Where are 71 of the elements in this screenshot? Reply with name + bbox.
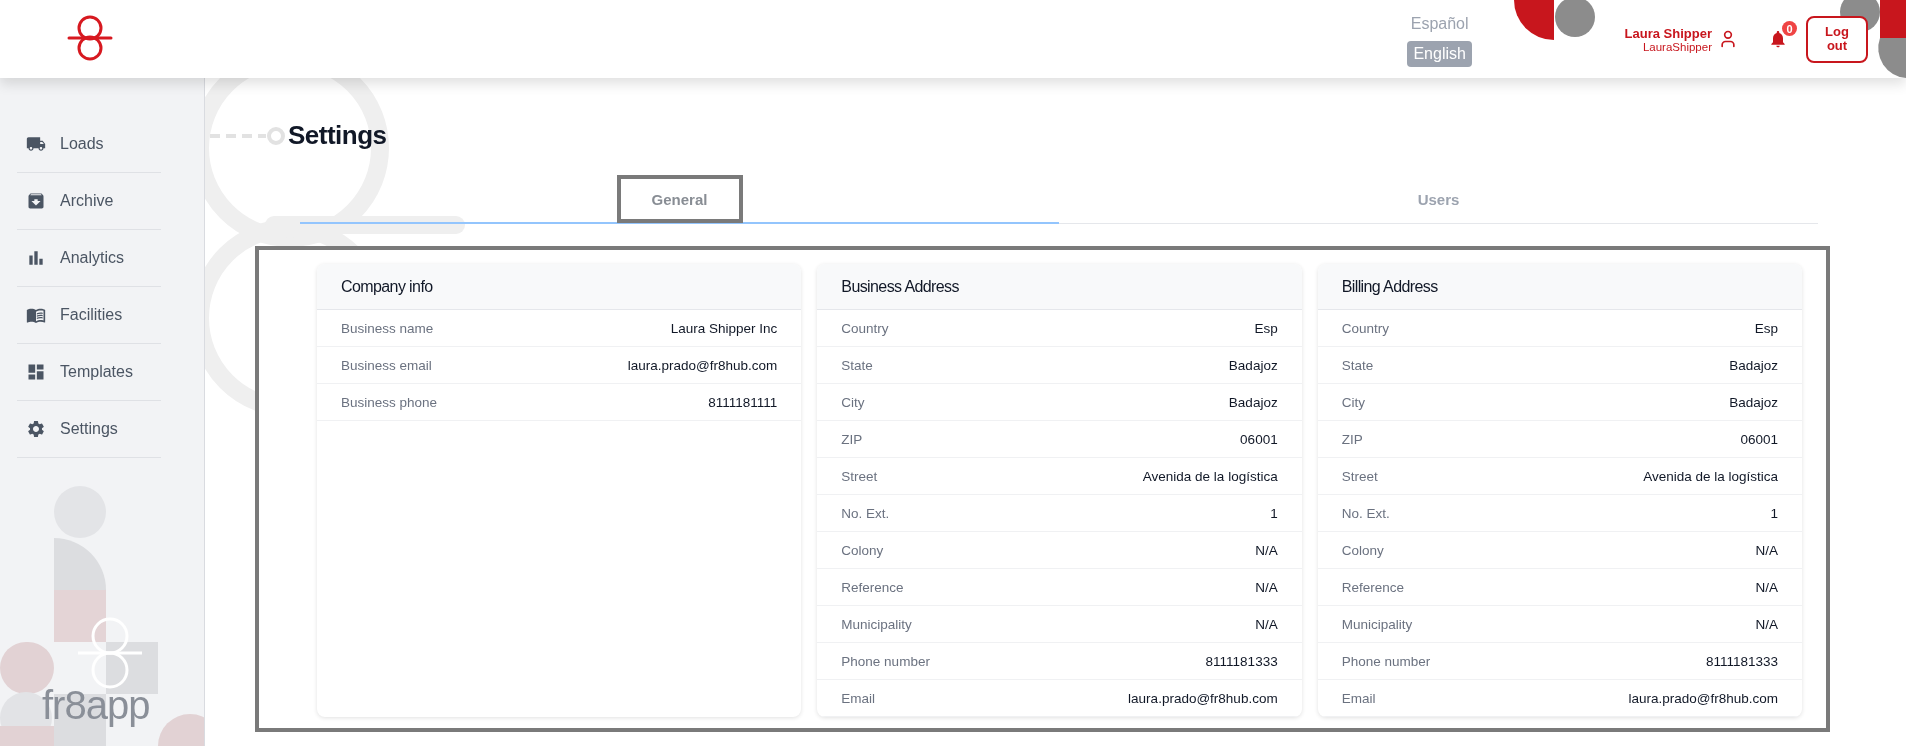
field-value: N/A: [1755, 579, 1778, 595]
field-label: Municipality: [841, 616, 912, 632]
field-value: Esp: [1254, 320, 1278, 336]
field-label: Country: [1341, 320, 1389, 336]
field-label: Business phone: [341, 394, 438, 410]
field-label: Street: [841, 468, 878, 484]
field-label: Street: [1341, 468, 1378, 484]
field-value: N/A: [1255, 542, 1278, 558]
username: LauraShipper: [1642, 40, 1712, 53]
logout-button[interactable]: Log out: [1806, 15, 1868, 63]
field-label: Business name: [341, 320, 434, 336]
field-value: laura.prado@fr8hub.com: [1628, 690, 1778, 706]
field-value: N/A: [1255, 616, 1278, 632]
notification-count: 0: [1782, 21, 1797, 36]
field-value: N/A: [1755, 616, 1778, 632]
field-value: Avenida de la logística: [1643, 468, 1778, 484]
field-label: Colony: [1341, 542, 1384, 558]
field-value: laura.prado@fr8hub.com: [1128, 690, 1278, 706]
field-value: 06001: [1240, 431, 1278, 447]
field-value: 1: [1770, 505, 1778, 521]
settings-icon: [26, 419, 46, 439]
sidebar-item[interactable]: Facilities: [17, 287, 161, 344]
notification-bell-icon[interactable]: [1768, 29, 1788, 49]
field-value: Laura Shipper Inc: [670, 320, 778, 336]
field-label: Phone number: [1341, 653, 1431, 669]
sidebar-item[interactable]: Templates: [17, 344, 161, 401]
card-title: Business Address: [817, 264, 1302, 310]
bar-chart-icon: [26, 248, 46, 268]
field-label: Reference: [1341, 579, 1404, 595]
field-label: City: [841, 394, 865, 410]
field-value: Avenida de la logística: [1142, 468, 1278, 484]
field-label: Reference: [841, 579, 904, 595]
layout-icon: [26, 362, 46, 382]
field-value: 8111181333: [1705, 653, 1778, 669]
field-value: Badajoz: [1228, 394, 1278, 410]
field-label: Municipality: [1341, 616, 1413, 632]
card-title: Billing Address: [1317, 264, 1802, 310]
field-value: N/A: [1255, 579, 1278, 595]
brand-wordmark: fr8app: [42, 683, 150, 728]
field-label: Email: [841, 690, 876, 706]
archive-box-icon: [26, 191, 46, 211]
card-title: Company info: [317, 264, 802, 310]
field-value: Badajoz: [1729, 394, 1778, 410]
field-label: ZIP: [1341, 431, 1363, 447]
field-label: Country: [841, 320, 889, 336]
field-value: laura.prado@fr8hub.com: [627, 357, 778, 373]
sidebar-item[interactable]: Settings: [17, 401, 161, 458]
field-label: Colony: [841, 542, 884, 558]
field-label: City: [1341, 394, 1365, 410]
field-value: 8111181111: [708, 394, 778, 410]
field-label: State: [841, 357, 873, 373]
field-label: No. Ext.: [841, 505, 890, 521]
field-value: 06001: [1740, 431, 1778, 447]
field-label: Business email: [341, 357, 432, 373]
field-value: Badajoz: [1228, 357, 1278, 373]
field-label: No. Ext.: [1341, 505, 1390, 521]
field-value: 8111181333: [1205, 653, 1278, 669]
user-icon[interactable]: [1718, 29, 1738, 49]
field-value: N/A: [1755, 542, 1778, 558]
sidebar-item[interactable]: Loads: [17, 116, 161, 173]
field-label: Email: [1341, 690, 1376, 706]
sidebar-item[interactable]: Analytics: [17, 230, 161, 287]
field-label: Phone number: [841, 653, 930, 669]
field-value: Esp: [1754, 320, 1778, 336]
user-name: Laura Shipper: [1624, 25, 1712, 41]
page-title: Settings: [288, 120, 387, 151]
field-value: 1: [1270, 505, 1278, 521]
field-label: State: [1341, 357, 1374, 373]
sidebar-item[interactable]: Archive: [17, 173, 161, 230]
field-value: Badajoz: [1729, 357, 1778, 373]
field-label: ZIP: [841, 431, 863, 447]
